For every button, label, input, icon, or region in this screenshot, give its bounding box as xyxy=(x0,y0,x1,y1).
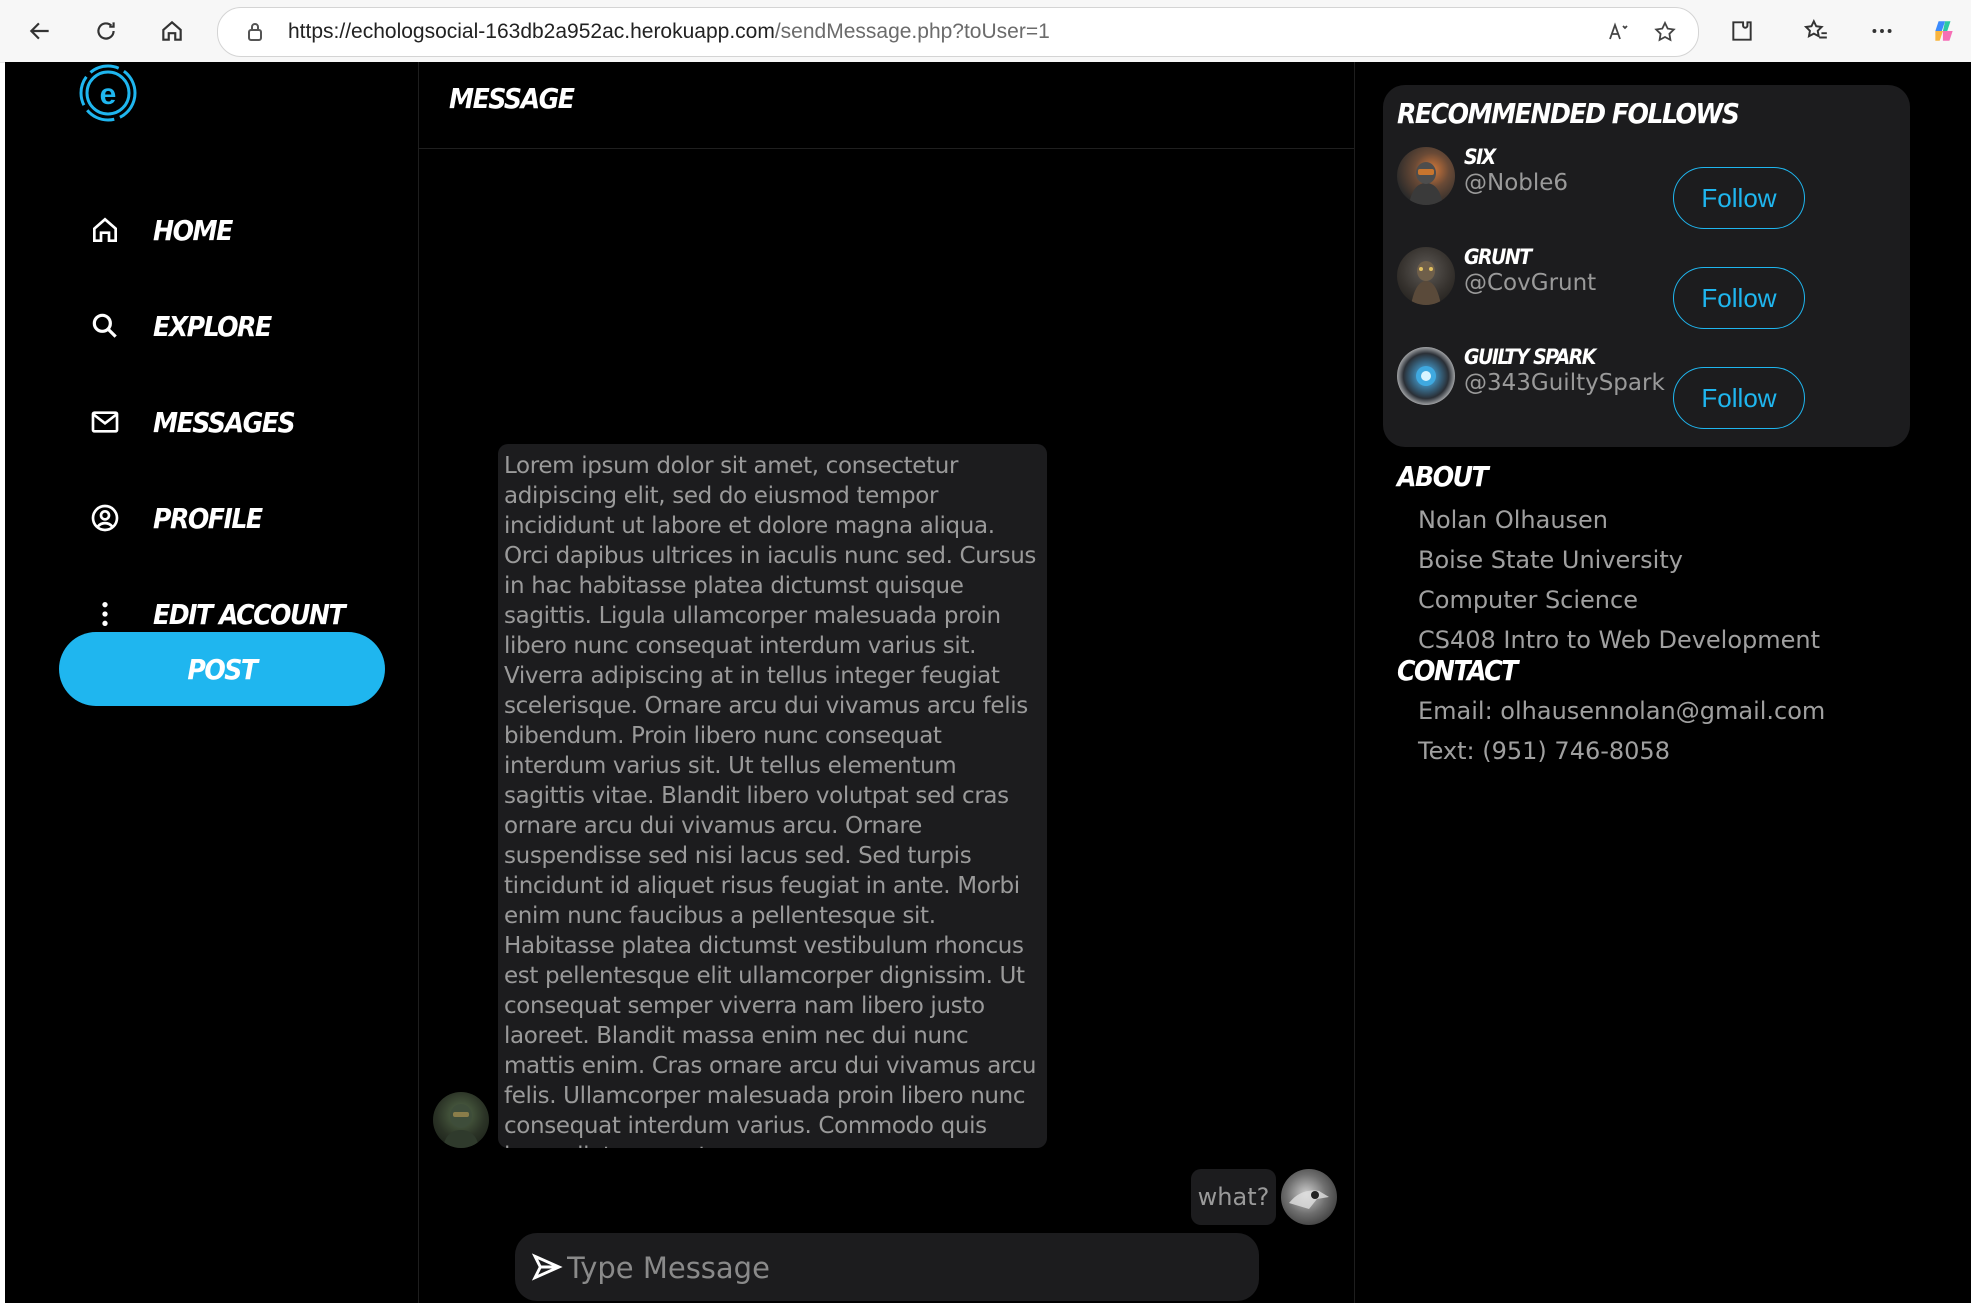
user-circle-icon xyxy=(85,498,125,538)
page-title: MESSAGE xyxy=(449,82,575,115)
user-name: SIX xyxy=(1464,145,1496,169)
about-line: Boise State University xyxy=(1418,546,1683,574)
recommended-user: GRUNT @CovGrunt Follow xyxy=(1397,245,1897,329)
favorite-star-icon[interactable] xyxy=(1650,17,1680,47)
contact-title: CONTACT xyxy=(1397,654,1518,687)
about-title: ABOUT xyxy=(1397,460,1489,493)
contact-phone: Text: (951) 746-8058 xyxy=(1418,737,1670,765)
user-handle: @343GuiltySpark xyxy=(1464,370,1665,396)
send-icon[interactable] xyxy=(531,1251,563,1283)
url-path: /sendMessage.php?toUser=1 xyxy=(774,20,1050,43)
own-avatar[interactable] xyxy=(1281,1169,1337,1225)
follow-button[interactable]: Follow xyxy=(1673,267,1805,329)
echolog-logo-icon[interactable]: e xyxy=(77,62,139,124)
message-thread: MESSAGE Lorem ipsum dolor sit amet, cons… xyxy=(418,62,1355,1303)
contact-email: Email: olhausennolan@gmail.com xyxy=(1418,697,1826,725)
nav-explore[interactable]: EXPLORE xyxy=(85,298,375,354)
user-name: GRUNT xyxy=(1464,245,1532,269)
browser-toolbar: https://echologsocial-163db2a952ac.herok… xyxy=(0,0,1971,63)
nav-messages-label: MESSAGES xyxy=(153,405,296,439)
chat-header: MESSAGE xyxy=(419,62,1354,149)
user-handle: @Noble6 xyxy=(1464,170,1569,196)
post-button[interactable]: POST xyxy=(59,632,385,706)
about-line: Computer Science xyxy=(1418,586,1638,614)
extensions-icon[interactable] xyxy=(1722,11,1762,51)
right-panel: RECOMMENDED FOLLOWS SIX @Noble6 Follow G… xyxy=(1353,62,1971,1303)
favorites-icon[interactable] xyxy=(1796,11,1836,51)
recommended-follows-title: RECOMMENDED FOLLOWS xyxy=(1397,97,1740,130)
mail-icon xyxy=(85,402,125,442)
message-composer xyxy=(515,1233,1259,1301)
user-name: GUILTY SPARK xyxy=(1464,345,1596,369)
about-line: CS408 Intro to Web Development xyxy=(1418,626,1821,654)
message-input[interactable] xyxy=(565,1245,1239,1291)
url-host: https://echologsocial-163db2a952ac.herok… xyxy=(288,20,775,43)
kebab-menu-icon xyxy=(85,594,125,634)
svg-text:e: e xyxy=(100,78,117,111)
nav-home[interactable]: HOME xyxy=(85,202,375,258)
about-line: Nolan Olhausen xyxy=(1418,506,1609,534)
home-icon[interactable] xyxy=(152,11,192,51)
back-arrow-icon[interactable] xyxy=(20,11,60,51)
sender-avatar[interactable] xyxy=(433,1092,489,1148)
address-bar[interactable]: https://echologsocial-163db2a952ac.herok… xyxy=(217,7,1699,57)
search-icon xyxy=(85,306,125,346)
outgoing-message: what? xyxy=(1191,1169,1276,1225)
user-avatar[interactable] xyxy=(1397,347,1455,405)
recommended-user: SIX @Noble6 Follow xyxy=(1397,145,1897,229)
recommended-user: GUILTY SPARK @343GuiltySpark Follow xyxy=(1397,345,1897,429)
app-root: e HOME EXPLORE MESSAGES PROFILE EDIT ACC… xyxy=(5,62,1971,1303)
follow-button[interactable]: Follow xyxy=(1673,167,1805,229)
user-avatar[interactable] xyxy=(1397,247,1455,305)
nav-profile-label: PROFILE xyxy=(153,501,263,535)
refresh-icon[interactable] xyxy=(86,11,126,51)
nav-messages[interactable]: MESSAGES xyxy=(85,394,375,450)
sidebar: e HOME EXPLORE MESSAGES PROFILE EDIT ACC… xyxy=(5,62,418,1303)
nav-profile[interactable]: PROFILE xyxy=(85,490,375,546)
post-button-label: POST xyxy=(187,652,258,686)
url-text[interactable]: https://echologsocial-163db2a952ac.herok… xyxy=(288,20,1050,44)
site-info-icon[interactable] xyxy=(240,17,270,47)
home-icon xyxy=(85,210,125,250)
copilot-icon[interactable] xyxy=(1924,11,1964,51)
more-icon[interactable] xyxy=(1862,11,1902,51)
user-avatar[interactable] xyxy=(1397,147,1455,205)
incoming-message: Lorem ipsum dolor sit amet, consectetur … xyxy=(498,444,1047,1148)
follow-button[interactable]: Follow xyxy=(1673,367,1805,429)
nav-edit-account-label: EDIT ACCOUNT xyxy=(153,597,346,631)
read-aloud-icon[interactable] xyxy=(1603,17,1633,47)
nav-home-label: HOME xyxy=(153,213,233,247)
user-handle: @CovGrunt xyxy=(1464,270,1597,296)
recommended-follows-card: RECOMMENDED FOLLOWS SIX @Noble6 Follow G… xyxy=(1383,85,1910,447)
nav-explore-label: EXPLORE xyxy=(153,309,272,343)
